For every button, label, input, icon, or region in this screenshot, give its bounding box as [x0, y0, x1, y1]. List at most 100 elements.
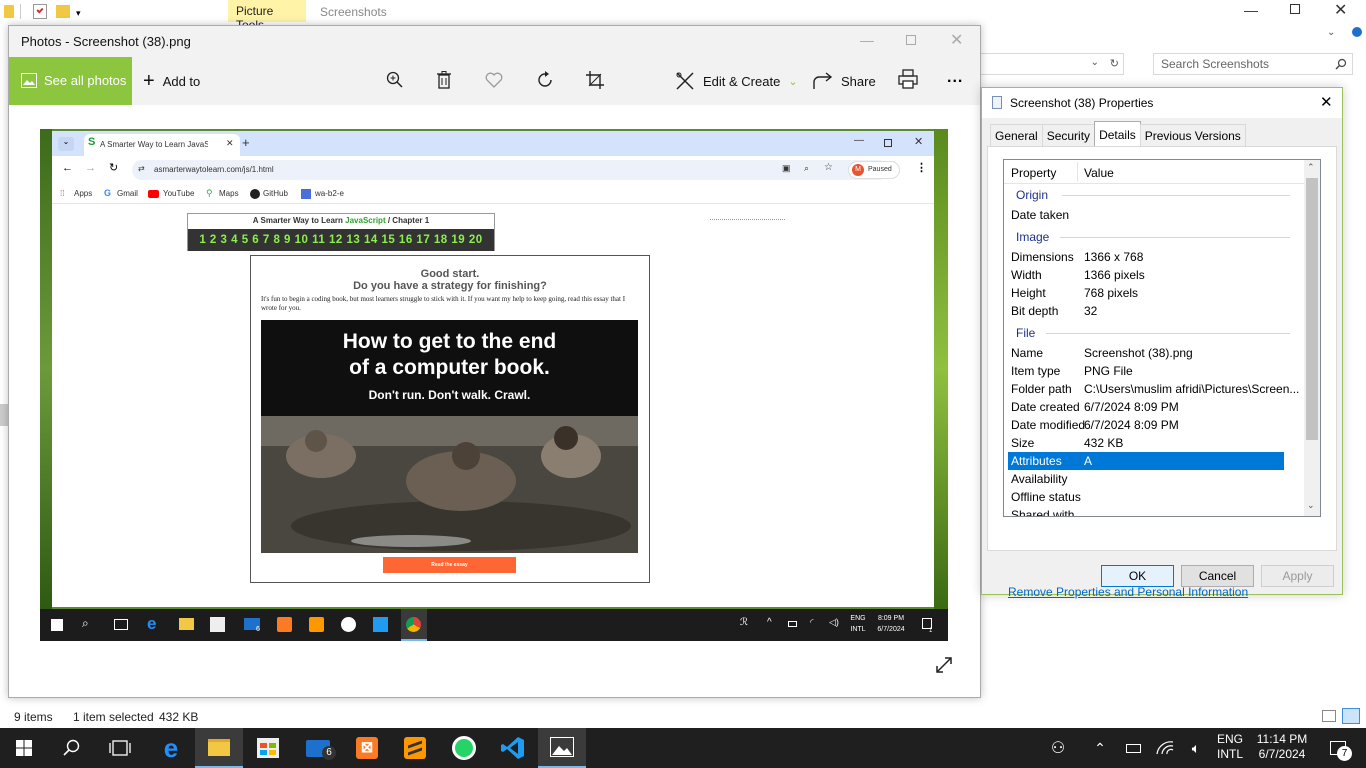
- explorer-minimize-button[interactable]: —: [1244, 2, 1258, 18]
- apply-button[interactable]: Apply: [1261, 565, 1334, 587]
- edit-create-button[interactable]: Edit & Create ⌄: [675, 69, 798, 93]
- explorer-pane-splitter[interactable]: [0, 404, 8, 426]
- scroll-down-icon[interactable]: ⌄: [1307, 500, 1315, 511]
- cancel-button[interactable]: Cancel: [1181, 565, 1254, 587]
- battery-button[interactable]: [1118, 728, 1148, 768]
- property-row-selected[interactable]: Attributes A: [1008, 452, 1284, 470]
- see-all-photos-button[interactable]: See all photos: [9, 57, 132, 105]
- add-to-label: Add to: [162, 73, 201, 89]
- refresh-icon[interactable]: ↻: [1110, 57, 1119, 70]
- inner-nav-bar: ← → ↻ ⇄ asmarterwaytolearn.com/js/1.html…: [52, 156, 934, 184]
- property-row[interactable]: Folder path C:\Users\muslim afridi\Pictur…: [1008, 380, 1299, 398]
- property-row[interactable]: Dimensions 1366 x 768: [1008, 248, 1284, 266]
- photos-taskbar-button[interactable]: [538, 728, 586, 768]
- crop-icon[interactable]: [586, 71, 604, 89]
- wallpaper-left: [40, 129, 52, 609]
- more-options-button[interactable]: ...: [947, 69, 963, 87]
- properties-icon[interactable]: [33, 4, 47, 19]
- people-button[interactable]: ⚇: [1038, 728, 1078, 768]
- explorer-close-button[interactable]: ✕: [1334, 0, 1347, 20]
- property-name: Width: [1011, 268, 1042, 282]
- property-row[interactable]: Size 432 KB: [1008, 434, 1284, 452]
- property-row[interactable]: Date created 6/7/2024 8:09 PM: [1008, 398, 1284, 416]
- network-button[interactable]: [1150, 728, 1180, 768]
- file-explorer-taskbar-button[interactable]: [195, 728, 243, 768]
- property-row[interactable]: Width 1366 pixels: [1008, 266, 1284, 284]
- properties-title-bar: Screenshot (38) Properties ✕: [982, 88, 1342, 118]
- youtube-icon: [148, 190, 159, 198]
- property-row[interactable]: Name Screenshot (38).png: [1008, 344, 1284, 362]
- photo-view[interactable]: ⌄ S A Smarter Way to Learn JavaSc ✕ + — …: [40, 129, 948, 641]
- sublime-taskbar-button[interactable]: [391, 728, 439, 768]
- vscode-taskbar-button[interactable]: [489, 728, 537, 768]
- taskbar-search-button[interactable]: [48, 728, 96, 768]
- ribbon-tab-picture-tools[interactable]: Picture Tools: [228, 0, 306, 32]
- xampp-taskbar-button[interactable]: ⊠: [343, 728, 391, 768]
- property-name: Date taken: [1011, 208, 1070, 222]
- details-view-icon[interactable]: [1322, 710, 1336, 722]
- column-header-value[interactable]: Value: [1084, 166, 1114, 180]
- add-to-button[interactable]: + Add to: [143, 69, 200, 93]
- bookmark-star-icon: ☆: [824, 162, 833, 173]
- volume-button[interactable]: 🔈︎: [1181, 728, 1211, 768]
- zoom-in-icon[interactable]: [386, 71, 404, 89]
- share-button[interactable]: Share: [813, 69, 876, 93]
- customize-quick-access-icon[interactable]: ▾: [76, 8, 81, 19]
- list-scrollbar[interactable]: ⌃ ⌄: [1304, 160, 1320, 516]
- print-icon[interactable]: [898, 69, 918, 89]
- properties-close-button[interactable]: ✕: [1320, 93, 1333, 111]
- tab-previous-versions[interactable]: Previous Versions: [1139, 124, 1246, 146]
- ok-button[interactable]: OK: [1101, 565, 1174, 587]
- store-taskbar-button[interactable]: [244, 728, 292, 768]
- property-row[interactable]: Bit depth 32: [1008, 302, 1284, 320]
- notification-badge: 7: [1337, 746, 1352, 761]
- favorite-heart-icon[interactable]: [485, 72, 503, 88]
- search-icon: [63, 739, 80, 756]
- input-language-button[interactable]: ENG INTL: [1212, 732, 1248, 762]
- tab-security[interactable]: Security: [1041, 124, 1096, 146]
- bookmark-wa: wa-b2-e: [315, 189, 344, 198]
- details-property-list[interactable]: Property Value Origin Date taken Image D…: [1003, 159, 1321, 517]
- address-dropdown-chevron-icon[interactable]: ⌄: [1091, 57, 1099, 68]
- task-view-button[interactable]: [96, 728, 144, 768]
- property-row[interactable]: Date modified 6/7/2024 8:09 PM: [1008, 416, 1284, 434]
- promo-card: Good start. Do you have a strategy for f…: [250, 255, 650, 583]
- start-button[interactable]: [0, 728, 48, 768]
- scroll-up-icon[interactable]: ⌃: [1307, 162, 1315, 173]
- explorer-restore-button[interactable]: [1290, 4, 1300, 14]
- property-row[interactable]: Offline status: [1008, 488, 1284, 506]
- property-row[interactable]: Availability: [1008, 470, 1284, 488]
- large-icons-view-icon[interactable]: [1342, 708, 1360, 724]
- photos-minimize-button[interactable]: —: [860, 32, 874, 48]
- property-row[interactable]: Date taken: [1008, 206, 1284, 224]
- property-name: Attributes: [1011, 454, 1062, 468]
- photos-maximize-button[interactable]: [906, 35, 916, 45]
- tab-general[interactable]: General: [990, 124, 1043, 146]
- tab-details[interactable]: Details: [1094, 121, 1141, 146]
- whatsapp-taskbar-button[interactable]: [440, 728, 488, 768]
- search-screenshots-input[interactable]: Search Screenshots: [1153, 53, 1353, 75]
- action-center-button[interactable]: 7: [1318, 728, 1358, 768]
- full-screen-icon[interactable]: [935, 656, 953, 674]
- column-header-property[interactable]: Property: [1011, 166, 1056, 180]
- zoom-icon: ⌕: [804, 163, 810, 173]
- show-hidden-icons-button[interactable]: ⌃: [1085, 728, 1115, 768]
- help-icon[interactable]: [1352, 27, 1362, 37]
- rotate-icon[interactable]: [536, 71, 554, 89]
- property-row[interactable]: Item type PNG File: [1008, 362, 1284, 380]
- edit-create-icon: [676, 72, 694, 90]
- new-folder-icon[interactable]: [56, 5, 70, 18]
- property-value: 1366 pixels: [1084, 268, 1145, 282]
- property-row[interactable]: Height 768 pixels: [1008, 284, 1284, 302]
- clock-button[interactable]: 11:14 PM 6/7/2024: [1252, 732, 1312, 762]
- property-row[interactable]: Shared with: [1008, 506, 1284, 516]
- address-field[interactable]: ⌄ ↻: [980, 53, 1124, 75]
- edge-taskbar-button[interactable]: e: [147, 728, 195, 768]
- remove-properties-link[interactable]: Remove Properties and Personal Informati…: [1008, 585, 1248, 599]
- column-divider[interactable]: [1077, 162, 1078, 182]
- mail-taskbar-button[interactable]: 6: [294, 728, 342, 768]
- scrollbar-thumb[interactable]: [1306, 178, 1318, 440]
- delete-icon[interactable]: [437, 71, 451, 89]
- expand-ribbon-chevron-icon[interactable]: ⌄: [1327, 27, 1335, 38]
- photos-close-button[interactable]: ✕: [950, 30, 963, 50]
